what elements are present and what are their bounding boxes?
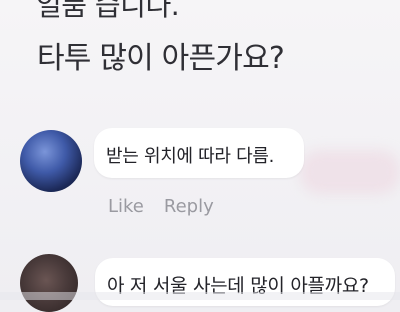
avatar[interactable]: [20, 130, 82, 192]
comment-actions: Like Reply: [108, 196, 214, 217]
question-partial-line: 일품 습니다.: [36, 0, 180, 22]
comment-bubble: 받는 위치에 따라 다름.: [94, 128, 304, 178]
avatar[interactable]: [20, 254, 78, 312]
comment-thread-screen: 일품 습니다. 타투 많이 아픈가요? 받는 위치에 따라 다름. Like R…: [0, 0, 400, 312]
question-title: 타투 많이 아픈가요?: [37, 41, 285, 76]
like-button[interactable]: Like: [108, 196, 144, 217]
bottom-edge: [0, 292, 400, 300]
comment-item: 받는 위치에 따라 다름. Like Reply: [0, 124, 400, 220]
reply-button[interactable]: Reply: [164, 196, 214, 217]
comment-text: 받는 위치에 따라 다름.: [106, 146, 275, 167]
